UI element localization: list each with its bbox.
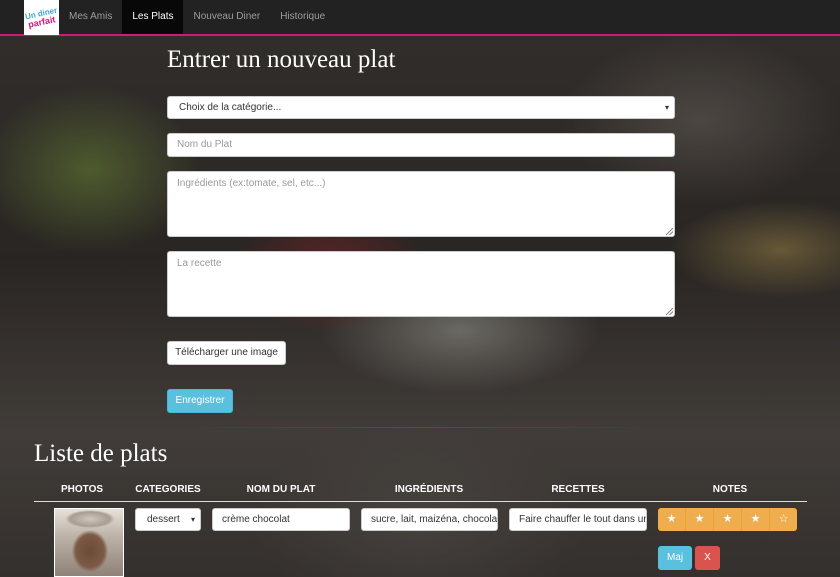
select-caret-icon: ▾	[190, 515, 195, 524]
ingredients-placeholder: Ingrédients (ex:tomate, sel, etc...)	[177, 178, 326, 189]
column-header-recettes: RECETTES	[551, 484, 605, 495]
column-header-ingredients: INGRÉDIENTS	[394, 484, 464, 495]
dish-name-input[interactable]: Nom du Plat	[167, 133, 675, 157]
nav-item-historique[interactable]: Historique	[270, 0, 335, 34]
dish-name-placeholder: Nom du Plat	[177, 139, 233, 150]
recipe-placeholder: La recette	[177, 258, 222, 269]
nav-menu: Mes Amis Les Plats Nouveau Diner Histori…	[59, 0, 335, 34]
ingredients-textarea[interactable]: Ingrédients (ex:tomate, sel, etc...)	[167, 171, 675, 237]
navbar: Un diner parfait Mes Amis Les Plats Nouv…	[0, 0, 840, 36]
resize-grip-icon[interactable]	[666, 308, 673, 315]
star-4-icon[interactable]: ★	[742, 508, 770, 531]
nav-item-mes-amis[interactable]: Mes Amis	[59, 0, 122, 34]
row-category-select[interactable]: dessert ▾	[135, 508, 201, 531]
row-category-value: dessert	[147, 514, 180, 525]
column-header-categories: CATEGORIES	[135, 484, 201, 495]
resize-grip-icon[interactable]	[666, 228, 673, 235]
star-2-icon[interactable]: ★	[686, 508, 714, 531]
recipe-textarea[interactable]: La recette	[167, 251, 675, 317]
section-divider	[167, 427, 675, 428]
star-3-icon[interactable]: ★	[714, 508, 742, 531]
star-1-icon[interactable]: ★	[658, 508, 686, 531]
select-caret-icon: ▾	[664, 103, 669, 112]
list-title: Liste de plats	[34, 440, 168, 467]
form-title: Entrer un nouveau plat	[167, 46, 396, 73]
rating-stars: ★ ★ ★ ★ ☆	[658, 508, 797, 531]
brand-logo[interactable]: Un diner parfait	[24, 0, 59, 35]
upload-image-button[interactable]: Télécharger une image	[167, 341, 286, 365]
delete-button[interactable]: X	[695, 546, 720, 570]
update-button[interactable]: Maj	[658, 546, 692, 570]
column-header-nom-du-plat: NOM DU PLAT	[246, 484, 316, 495]
save-button[interactable]: Enregistrer	[167, 389, 233, 413]
row-ingredients-input[interactable]: sucre, lait, maizéna, chocolat	[361, 508, 498, 531]
dish-photo	[54, 508, 124, 577]
row-recipe-input[interactable]: Faire chauffer le tout dans une casserol…	[509, 508, 647, 531]
category-select-value: Choix de la catégorie...	[179, 102, 282, 113]
column-header-photos: PHOTOS	[60, 484, 104, 495]
row-name-input[interactable]: crème chocolat	[212, 508, 350, 531]
nav-item-les-plats[interactable]: Les Plats	[122, 0, 184, 34]
table-header-divider	[34, 501, 807, 502]
star-5-icon[interactable]: ☆	[770, 508, 797, 531]
column-header-notes: NOTES	[712, 484, 748, 495]
nav-item-nouveau-diner[interactable]: Nouveau Diner	[183, 0, 270, 34]
category-select[interactable]: Choix de la catégorie... ▾	[167, 96, 675, 119]
